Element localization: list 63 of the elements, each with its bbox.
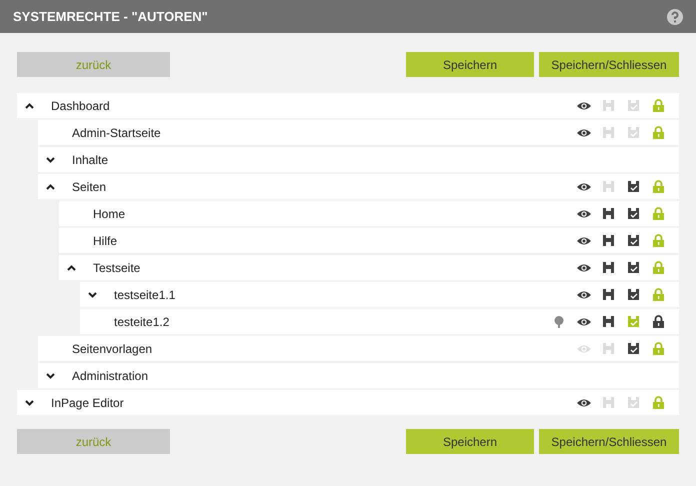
eye-icon[interactable] xyxy=(576,208,590,218)
node-label: Seiten xyxy=(72,178,106,196)
tree-row[interactable]: Seitenvorlagen xyxy=(38,336,679,361)
node-label: Home xyxy=(93,206,126,222)
tree-icon[interactable] xyxy=(554,316,564,328)
tree-row[interactable]: Inhalte xyxy=(38,147,679,172)
node-label: Dashboard xyxy=(51,98,110,114)
caret-icon[interactable] xyxy=(46,156,54,162)
window-title: SYSTEMRECHTE - "AUTOREN" xyxy=(13,8,208,26)
save-check-icon[interactable] xyxy=(628,316,639,327)
save-check-icon[interactable] xyxy=(628,262,639,273)
node-label: Inhalte xyxy=(72,152,108,168)
caret-icon[interactable] xyxy=(66,264,76,270)
node-label: testeite1.2 xyxy=(114,314,170,330)
save-check-icon[interactable] xyxy=(628,208,639,219)
tree-row[interactable]: Dashboard xyxy=(17,93,679,118)
caret-icon[interactable] xyxy=(46,372,54,378)
save-check-icon[interactable] xyxy=(628,181,639,192)
node-label: Hilfe xyxy=(93,232,118,250)
save-check-icon[interactable] xyxy=(628,343,639,354)
save-button[interactable]: Speichern xyxy=(406,429,534,454)
eye-icon[interactable] xyxy=(576,182,590,192)
eye-icon[interactable] xyxy=(576,262,590,272)
save-icon[interactable] xyxy=(603,289,614,300)
help-icon[interactable] xyxy=(667,8,683,24)
lock-icon[interactable] xyxy=(653,315,664,328)
caret-icon[interactable] xyxy=(88,292,96,298)
tree-row[interactable]: Testseite xyxy=(59,255,679,280)
save-check-icon[interactable] xyxy=(628,127,639,138)
tree-row[interactable]: Administration xyxy=(38,363,679,388)
save-icon[interactable] xyxy=(603,316,614,327)
caret-icon[interactable] xyxy=(24,102,34,108)
node-label: InPage Editor xyxy=(51,394,124,412)
eye-icon[interactable] xyxy=(576,128,590,138)
tree-row[interactable]: Home xyxy=(59,201,679,226)
save-icon[interactable] xyxy=(603,235,614,246)
eye-icon[interactable] xyxy=(576,398,590,408)
tree-row[interactable]: testseite1.1 xyxy=(80,282,679,307)
save-check-icon[interactable] xyxy=(628,100,639,111)
save-button[interactable]: Speichern/Schliessen xyxy=(539,52,679,77)
save-icon[interactable] xyxy=(603,208,614,219)
node-label: testseite1.1 xyxy=(114,286,176,304)
tree-row[interactable]: Admin-Startseite xyxy=(38,120,679,145)
node-label: Admin-Startseite xyxy=(72,124,161,142)
save-check-icon[interactable] xyxy=(628,397,639,408)
eye-icon[interactable] xyxy=(576,100,590,110)
caret-icon[interactable] xyxy=(46,184,54,190)
save-icon[interactable] xyxy=(603,262,614,273)
tree-row[interactable]: Seiten xyxy=(38,174,679,199)
save-check-icon[interactable] xyxy=(628,289,639,300)
eye-icon[interactable] xyxy=(576,236,590,246)
save-button[interactable]: Speichern/Schliessen xyxy=(539,429,679,454)
tree-row[interactable]: Hilfe xyxy=(59,228,679,253)
tree-row[interactable]: InPage Editor xyxy=(17,390,679,415)
node-label: Testseite xyxy=(93,260,140,276)
save-button[interactable]: Speichern xyxy=(406,52,534,77)
caret-icon[interactable] xyxy=(24,400,34,406)
eye-icon[interactable] xyxy=(576,290,590,300)
node-label: Seitenvorlagen xyxy=(72,340,152,358)
save-check-icon[interactable] xyxy=(628,235,639,246)
tree-row[interactable]: testeite1.2 xyxy=(80,309,679,334)
eye-icon[interactable] xyxy=(576,316,590,326)
node-label: Administration xyxy=(72,368,148,384)
